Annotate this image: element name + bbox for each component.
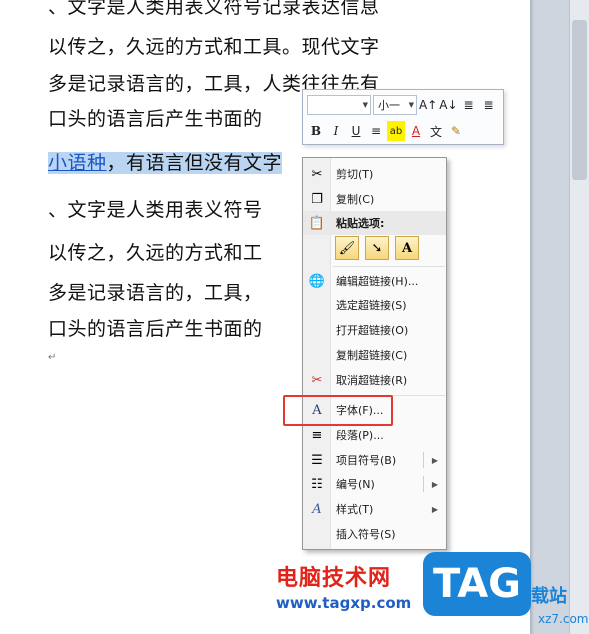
copy-icon: ❐: [311, 191, 323, 207]
mini-toolbar: ▼ 小一 ▼ A↑ A↓ ≣ ≣ B I U ≡ ab A 文 ✎: [302, 89, 504, 145]
menu-item-label: 编号(N): [336, 478, 375, 491]
menu-item-paragraph[interactable]: ≡ 段落(P)...: [303, 423, 446, 447]
selected-rest: ，有语言但没有文字: [106, 152, 283, 174]
menu-item-copy[interactable]: ❐ 复制(C): [303, 187, 446, 211]
keep-source-icon[interactable]: 🖌: [335, 236, 359, 260]
chevron-right-icon: ▶: [431, 479, 438, 489]
watermark-tag-logo: TAG: [423, 552, 531, 616]
font-size-combo[interactable]: 小一 ▼: [373, 95, 417, 115]
font-size-value: 小一: [378, 99, 400, 112]
center-align-button[interactable]: ≡: [367, 121, 385, 141]
italic-button[interactable]: I: [327, 121, 345, 141]
highlight-button[interactable]: ab: [387, 121, 405, 141]
doc-line-4: 口头的语言后产生书面的: [48, 108, 263, 130]
menu-header-paste-options: 📋 粘贴选项:: [303, 211, 446, 235]
font-color-button[interactable]: A: [407, 121, 425, 141]
scissors-icon: ✂: [311, 166, 323, 182]
menu-item-label: 复制超链接(C): [336, 349, 408, 362]
menu-item-bullets[interactable]: ☰ 项目符号(B) ▶: [303, 448, 446, 472]
selected-text[interactable]: 小语种，有语言但没有文字: [48, 152, 283, 174]
menu-item-label: 取消超链接(R): [336, 374, 408, 387]
styles-icon: A: [312, 501, 322, 517]
doc-line-9: 口头的语言后产生书面的: [48, 318, 263, 340]
chevron-right-icon: ▶: [431, 455, 438, 465]
hyperlink-text[interactable]: 小语种: [48, 152, 107, 174]
menu-item-label: 粘贴选项:: [336, 217, 385, 230]
phonetic-guide-button[interactable]: 文: [427, 121, 445, 141]
paragraph-icon: ≡: [311, 427, 323, 443]
paste-icon: 📋: [308, 215, 326, 231]
menu-item-label: 项目符号(B): [336, 454, 397, 467]
chevron-down-icon: ▼: [408, 101, 414, 109]
doc-line-8: 多是记录语言的，工具，: [48, 282, 263, 304]
decrease-indent-button[interactable]: ≣: [460, 95, 478, 115]
menu-item-remove-hyperlink[interactable]: ✂ 取消超链接(R): [303, 368, 446, 392]
menu-item-label: 插入符号(S): [336, 528, 396, 541]
menu-item-label: 样式(T): [336, 503, 374, 516]
scrollbar-thumb[interactable]: [572, 20, 587, 180]
watermark-side-url: xz7.com: [538, 612, 589, 626]
doc-line-5: 小语种，有语言但没有文字: [48, 148, 283, 175]
bullets-icon: ☰: [311, 452, 323, 468]
menu-item-select-hyperlink[interactable]: 选定超链接(S): [303, 293, 446, 317]
watermark-title: 电脑技术网: [276, 566, 392, 591]
font-name-combo[interactable]: ▼: [307, 95, 371, 115]
doc-line-7: 以传之，久远的方式和工: [48, 242, 263, 264]
menu-item-open-hyperlink[interactable]: 打开超链接(O): [303, 318, 446, 342]
menu-item-label: 编辑超链接(H)...: [336, 275, 419, 288]
context-menu: ✂ 剪切(T) ❐ 复制(C) 📋 粘贴选项: 🖌 ➘ A 🌐 编辑超链接(H)…: [302, 157, 447, 550]
menu-item-label: 剪切(T): [336, 168, 374, 181]
shrink-font-button[interactable]: A↓: [439, 95, 457, 115]
doc-line-6: 、文字是人类用表义符号: [48, 199, 263, 221]
text-only-icon[interactable]: A: [395, 236, 419, 260]
menu-item-label: 段落(P)...: [336, 429, 384, 442]
menu-item-copy-hyperlink[interactable]: 复制超链接(C): [303, 343, 446, 367]
increase-indent-button[interactable]: ≣: [480, 95, 498, 115]
menu-item-label: 选定超链接(S): [336, 299, 407, 312]
highlight-annotation: [283, 395, 393, 426]
menu-item-insert-symbol[interactable]: 插入符号(S): [303, 522, 446, 546]
grow-font-button[interactable]: A↑: [419, 95, 437, 115]
menu-item-cut[interactable]: ✂ 剪切(T): [303, 162, 446, 186]
chevron-down-icon: ▼: [362, 101, 368, 109]
doc-line-1: 、文字是人类用表义符号记录表达信息: [48, 0, 380, 18]
remove-link-icon: ✂: [311, 372, 323, 388]
paragraph-mark: ↵: [48, 352, 57, 363]
menu-item-label: 复制(C): [336, 193, 375, 206]
numbering-icon: ☷: [311, 476, 323, 492]
watermark-url: www.tagxp.com: [276, 594, 412, 612]
menu-item-edit-hyperlink[interactable]: 🌐 编辑超链接(H)...: [303, 269, 446, 293]
menu-item-label: 打开超链接(O): [336, 324, 409, 337]
merge-format-icon[interactable]: ➘: [365, 236, 389, 260]
vertical-scrollbar[interactable]: [569, 0, 589, 634]
underline-button[interactable]: U: [347, 121, 365, 141]
bold-button[interactable]: B: [307, 121, 325, 141]
paste-options: 🖌 ➘ A: [335, 236, 419, 260]
menu-item-styles[interactable]: A 样式(T) ▶: [303, 497, 446, 521]
watermark-side-text: 载站: [531, 586, 567, 607]
menu-item-numbering[interactable]: ☷ 编号(N) ▶: [303, 472, 446, 496]
format-painter-button[interactable]: ✎: [447, 121, 465, 141]
chevron-right-icon: ▶: [431, 504, 438, 514]
doc-line-2: 以传之，久远的方式和工具。现代文字: [48, 36, 380, 58]
edit-link-icon: 🌐: [308, 273, 326, 289]
